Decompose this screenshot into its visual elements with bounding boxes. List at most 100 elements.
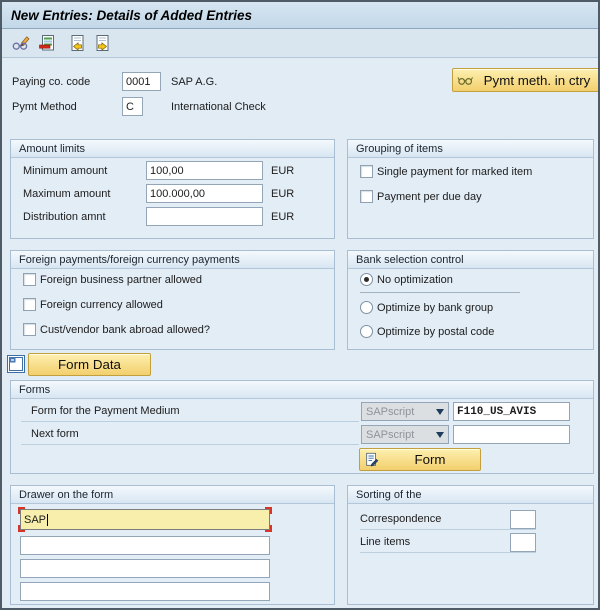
grouping-of-items-group: Grouping of items Single payment for mar… bbox=[347, 139, 594, 239]
paying-co-code-field[interactable]: 0001 bbox=[122, 72, 161, 91]
paying-co-code-description: SAP A.G. bbox=[171, 76, 217, 88]
drawer-field-2[interactable] bbox=[20, 536, 270, 555]
pymt-method-field[interactable]: C bbox=[122, 97, 143, 116]
form-data-button-label: Form Data bbox=[29, 357, 150, 372]
pymt-method-label: Pymt Method bbox=[12, 101, 77, 113]
payment-per-due-day-checkbox[interactable] bbox=[360, 190, 373, 203]
page-title: New Entries: Details of Added Entries bbox=[11, 8, 252, 23]
minimum-amount-label: Minimum amount bbox=[23, 165, 146, 177]
optimize-postal-code-label: Optimize by postal code bbox=[377, 326, 494, 338]
no-optimization-label: No optimization bbox=[377, 274, 453, 286]
drawer-field-1[interactable]: SAP bbox=[20, 509, 270, 530]
line-items-label: Line items bbox=[360, 536, 410, 548]
foreign-business-partner-checkbox[interactable] bbox=[23, 273, 36, 286]
payment-per-due-day-row: Payment per due day bbox=[360, 188, 482, 205]
display-change-button[interactable] bbox=[10, 33, 32, 54]
drawer-field-3[interactable] bbox=[20, 559, 270, 578]
optimize-bank-group-row: Optimize by bank group bbox=[360, 299, 493, 316]
foreign-currency-row: Foreign currency allowed bbox=[23, 296, 163, 313]
form-data-button[interactable]: Form Data bbox=[28, 353, 151, 376]
cust-vendor-bank-abroad-checkbox[interactable] bbox=[23, 323, 36, 336]
form-payment-medium-dropdown-value: SAPscript bbox=[366, 406, 414, 418]
distribution-amount-label: Distribution amnt bbox=[23, 211, 146, 223]
foreign-payments-group: Foreign payments/foreign currency paymen… bbox=[10, 250, 335, 350]
form-payment-medium-dropdown[interactable]: SAPscript bbox=[361, 402, 449, 421]
form-payment-medium-row: Form for the Payment Medium bbox=[21, 401, 359, 422]
display-change-icon bbox=[12, 34, 30, 52]
optimize-postal-code-row: Optimize by postal code bbox=[360, 323, 494, 340]
form-button[interactable]: Form bbox=[359, 448, 481, 471]
next-form-dropdown[interactable]: SAPscript bbox=[361, 425, 449, 444]
maximum-amount-field[interactable]: 100.000,00 bbox=[146, 184, 263, 203]
previous-entry-icon bbox=[68, 34, 86, 52]
next-entry-button[interactable] bbox=[92, 33, 114, 54]
no-optimization-radio[interactable] bbox=[360, 273, 373, 286]
correspondence-field[interactable] bbox=[510, 510, 536, 529]
amount-limits-title: Amount limits bbox=[11, 140, 334, 158]
drawer-title: Drawer on the form bbox=[11, 486, 334, 504]
optimize-postal-code-radio[interactable] bbox=[360, 325, 373, 338]
maximum-amount-row: Maximum amount 100.000,00 EUR bbox=[23, 184, 323, 203]
pymt-meth-button-label: Pymt meth. in ctry bbox=[474, 73, 600, 88]
toolbar bbox=[2, 29, 598, 58]
dropdown-arrow-icon bbox=[436, 409, 444, 415]
foreign-business-partner-row: Foreign business partner allowed bbox=[23, 271, 202, 288]
delete-entry-icon bbox=[38, 34, 56, 52]
paying-co-code-value: 0001 bbox=[126, 76, 150, 88]
forms-title: Forms bbox=[11, 381, 593, 399]
drawer-group: Drawer on the form SAP bbox=[10, 485, 335, 605]
foreign-currency-label: Foreign currency allowed bbox=[40, 299, 163, 311]
maximum-amount-label: Maximum amount bbox=[23, 188, 146, 200]
collapse-section-button[interactable] bbox=[7, 355, 25, 373]
no-optimization-row: No optimization bbox=[360, 271, 453, 288]
foreign-business-partner-label: Foreign business partner allowed bbox=[40, 274, 202, 286]
payment-per-due-day-label: Payment per due day bbox=[377, 191, 482, 203]
optimize-bank-group-label: Optimize by bank group bbox=[377, 302, 493, 314]
drawer-field-1-focus: SAP bbox=[18, 507, 272, 532]
cust-vendor-bank-abroad-label: Cust/vendor bank abroad allowed? bbox=[40, 324, 210, 336]
foreign-currency-checkbox[interactable] bbox=[23, 298, 36, 311]
grouping-of-items-title: Grouping of items bbox=[348, 140, 593, 158]
collapse-icon bbox=[9, 357, 23, 371]
next-entry-icon bbox=[94, 34, 112, 52]
text-cursor bbox=[47, 514, 48, 526]
bank-selection-group: Bank selection control No optimization O… bbox=[347, 250, 594, 350]
foreign-payments-title: Foreign payments/foreign currency paymen… bbox=[11, 251, 334, 269]
pymt-meth-in-ctry-button[interactable]: Pymt meth. in ctry bbox=[452, 68, 600, 92]
line-items-field[interactable] bbox=[510, 533, 536, 552]
dropdown-arrow-icon bbox=[436, 432, 444, 438]
drawer-field-4[interactable] bbox=[20, 582, 270, 601]
sorting-group: Sorting of the Correspondence Line items bbox=[347, 485, 594, 605]
radio-group-divider bbox=[360, 292, 520, 293]
optimize-bank-group-radio[interactable] bbox=[360, 301, 373, 314]
minimum-amount-row: Minimum amount 100,00 EUR bbox=[23, 161, 323, 180]
distribution-amount-currency: EUR bbox=[271, 211, 294, 223]
delete-entry-button[interactable] bbox=[36, 33, 58, 54]
form-payment-medium-label: Form for the Payment Medium bbox=[31, 405, 180, 417]
maximum-amount-currency: EUR bbox=[271, 188, 294, 200]
paying-co-code-label: Paying co. code bbox=[12, 76, 90, 88]
next-form-field[interactable] bbox=[453, 425, 570, 444]
sap-window: New Entries: Details of Added Entries bbox=[0, 0, 600, 610]
single-payment-row: Single payment for marked item bbox=[360, 163, 532, 180]
bank-selection-title: Bank selection control bbox=[348, 251, 593, 269]
form-document-icon bbox=[364, 452, 380, 468]
amount-limits-group: Amount limits Minimum amount 100,00 EUR … bbox=[10, 139, 335, 239]
title-bar: New Entries: Details of Added Entries bbox=[2, 2, 598, 29]
form-payment-medium-field[interactable]: F110_US_AVIS bbox=[453, 402, 570, 421]
forms-group: Forms Form for the Payment Medium SAPscr… bbox=[10, 380, 594, 474]
previous-entry-button[interactable] bbox=[66, 33, 88, 54]
distribution-amount-row: Distribution amnt EUR bbox=[23, 207, 323, 226]
single-payment-checkbox[interactable] bbox=[360, 165, 373, 178]
next-form-dropdown-value: SAPscript bbox=[366, 429, 414, 441]
cust-vendor-bank-abroad-row: Cust/vendor bank abroad allowed? bbox=[23, 321, 210, 338]
minimum-amount-field[interactable]: 100,00 bbox=[146, 161, 263, 180]
distribution-amount-field[interactable] bbox=[146, 207, 263, 226]
correspondence-label: Correspondence bbox=[360, 513, 441, 525]
single-payment-label: Single payment for marked item bbox=[377, 166, 532, 178]
form-button-label: Form bbox=[380, 452, 480, 467]
glasses-icon bbox=[457, 73, 474, 87]
minimum-amount-currency: EUR bbox=[271, 165, 294, 177]
next-form-row: Next form bbox=[21, 424, 359, 445]
sorting-title: Sorting of the bbox=[348, 486, 593, 504]
